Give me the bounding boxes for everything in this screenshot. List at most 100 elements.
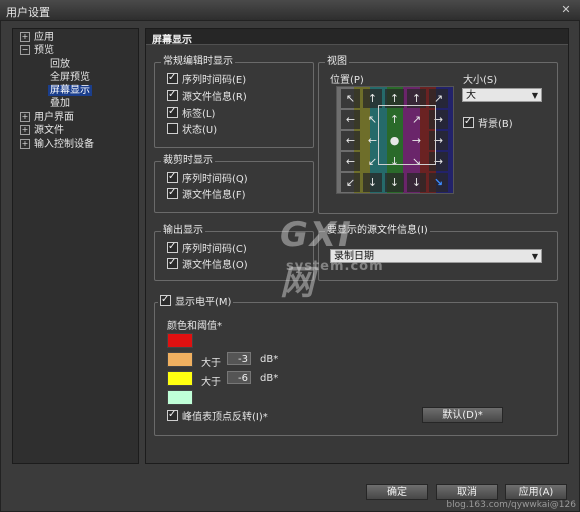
collapse-icon[interactable]: −	[20, 45, 30, 55]
checkbox-box[interactable]	[167, 240, 178, 253]
color-threshold-label: 颜色和阈值*	[167, 321, 222, 332]
threshold-prefix: 大于	[201, 358, 221, 369]
checkbox-box[interactable]	[167, 105, 178, 118]
output-display-group: 输出显示	[154, 225, 314, 281]
edit-source-info-checkbox[interactable]: 源文件信息(R)	[167, 88, 247, 103]
checkbox-box[interactable]	[160, 293, 171, 306]
size-select-value: 大	[466, 90, 476, 101]
tree-item-input-devices[interactable]: + 输入控制设备	[20, 138, 94, 151]
group-title: 裁剪时显示	[161, 155, 215, 167]
tree-item-preview[interactable]: − 预览	[20, 44, 54, 57]
threshold-input-1[interactable]: -3	[227, 352, 251, 365]
apply-button[interactable]: 应用(A)	[505, 484, 567, 500]
tree-item-overlay[interactable]: 叠加	[50, 97, 70, 110]
panel-title: 屏幕显示	[152, 35, 192, 46]
checkbox-label: 源文件信息(O)	[182, 260, 248, 271]
edit-label-checkbox[interactable]: 标签(L)	[167, 105, 216, 120]
edit-timecode-checkbox[interactable]: 序列时间码(E)	[167, 71, 247, 86]
arrow-down-icon[interactable]: ↓	[407, 173, 426, 192]
position-label: 位置(P)	[330, 75, 364, 86]
threshold-input-2[interactable]: -6	[227, 371, 251, 384]
tree-item-label: 用户界面	[34, 112, 74, 123]
level-color-swatch-yellow[interactable]	[167, 371, 193, 386]
checkbox-box[interactable]	[167, 408, 178, 421]
tree-item-playback[interactable]: 回放	[50, 58, 70, 71]
output-source-info-checkbox[interactable]: 源文件信息(O)	[167, 256, 248, 271]
ok-button[interactable]: 确定	[366, 484, 428, 500]
tree-item-fullscreen-preview[interactable]: 全屏预览	[50, 71, 90, 84]
peak-reverse-checkbox[interactable]: 峰值表顶点反转(I)*	[167, 408, 268, 423]
level-color-swatch-orange[interactable]	[167, 352, 193, 367]
checkbox-box[interactable]	[167, 170, 178, 183]
arrow-left-icon[interactable]: ←	[341, 152, 360, 171]
group-title: 要显示的源文件信息(I)	[325, 225, 430, 237]
checkbox-label: 标签(L)	[182, 109, 216, 120]
trim-timecode-checkbox[interactable]: 序列时间码(Q)	[167, 170, 248, 185]
checkbox-box[interactable]	[167, 88, 178, 101]
checkbox-box[interactable]	[167, 186, 178, 199]
output-timecode-checkbox[interactable]: 序列时间码(C)	[167, 240, 247, 255]
close-icon[interactable]: ✕	[558, 2, 574, 17]
arrow-left-icon[interactable]: ←	[341, 110, 360, 129]
trim-source-info-checkbox[interactable]: 源文件信息(F)	[167, 186, 246, 201]
show-level-checkbox[interactable]: 显示电平(M)	[158, 293, 234, 308]
tree-item-label: 全屏预览	[50, 72, 90, 83]
checkbox-box[interactable]	[167, 256, 178, 269]
background-checkbox[interactable]: 背景(B)	[463, 115, 513, 130]
tree-item-label: 源文件	[34, 125, 64, 136]
cancel-button[interactable]: 取消	[436, 484, 498, 500]
blog-watermark: blog.163.com/qywwkai@126	[446, 500, 576, 510]
checkbox-label: 状态(U)	[182, 125, 218, 136]
checkbox-box[interactable]	[167, 123, 178, 134]
arrow-down-left-icon[interactable]: ↙	[341, 173, 360, 192]
source-info-select-value: 录制日期	[334, 251, 374, 262]
chevron-down-icon: ▼	[531, 91, 538, 100]
arrow-left-icon[interactable]: ←	[341, 131, 360, 150]
window-title: 用户设置	[6, 6, 50, 19]
expand-icon[interactable]: +	[20, 112, 30, 122]
tree-item-user-interface[interactable]: + 用户界面	[20, 111, 74, 124]
checkbox-label: 序列时间码(E)	[182, 75, 247, 86]
settings-tree: + 应用 − 预览 回放 全屏预览 屏幕显示 叠加 + 用户界面 + 源文件 + 输入控制…	[12, 28, 139, 464]
checkbox-label: 背景(B)	[478, 119, 513, 130]
group-title: 常规编辑时显示	[161, 56, 235, 68]
checkbox-label: 源文件信息(R)	[182, 92, 247, 103]
chevron-down-icon: ▼	[531, 252, 538, 261]
title-bar: 用户设置 ✕	[0, 0, 580, 21]
checkbox-box[interactable]	[167, 71, 178, 84]
edit-status-checkbox[interactable]: 状态(U)	[167, 123, 217, 136]
arrow-down-icon[interactable]: ↓	[363, 173, 382, 192]
group-title: 输出显示	[161, 225, 205, 237]
expand-icon[interactable]: +	[20, 32, 30, 42]
tree-item-label: 回放	[50, 59, 70, 70]
group-title: 视图	[325, 56, 349, 68]
position-selection-frame	[378, 105, 436, 165]
checkbox-label: 源文件信息(F)	[182, 190, 246, 201]
checkbox-label: 序列时间码(Q)	[182, 174, 248, 185]
threshold-unit: dB*	[260, 354, 279, 365]
arrow-down-icon[interactable]: ↓	[385, 173, 404, 192]
checkbox-label: 显示电平(M)	[175, 297, 232, 308]
default-button[interactable]: 默认(D)*	[422, 407, 503, 423]
tree-item-label: 预览	[34, 45, 54, 56]
tree-item-screen-display[interactable]: 屏幕显示	[48, 84, 92, 97]
size-label: 大小(S)	[463, 75, 498, 86]
arrow-down-right-icon[interactable]: ↘	[429, 173, 448, 192]
tree-item-apply[interactable]: + 应用	[20, 31, 54, 44]
size-select[interactable]: 大 ▼	[462, 88, 542, 102]
threshold-prefix: 大于	[201, 377, 221, 388]
tree-item-label: 叠加	[50, 98, 70, 109]
level-color-swatch-green[interactable]	[167, 390, 193, 405]
tree-item-label: 屏幕显示	[48, 85, 92, 96]
arrow-up-left-icon[interactable]: ↖	[341, 89, 360, 108]
tree-item-label: 应用	[34, 32, 54, 43]
checkbox-box[interactable]	[463, 115, 474, 128]
tree-item-source-files[interactable]: + 源文件	[20, 124, 64, 137]
threshold-unit: dB*	[260, 373, 279, 384]
level-color-swatch-red[interactable]	[167, 333, 193, 348]
checkbox-label: 峰值表顶点反转(I)*	[182, 412, 268, 423]
expand-icon[interactable]: +	[20, 139, 30, 149]
expand-icon[interactable]: +	[20, 125, 30, 135]
source-info-select[interactable]: 录制日期 ▼	[330, 249, 542, 263]
checkbox-label: 序列时间码(C)	[182, 244, 247, 255]
